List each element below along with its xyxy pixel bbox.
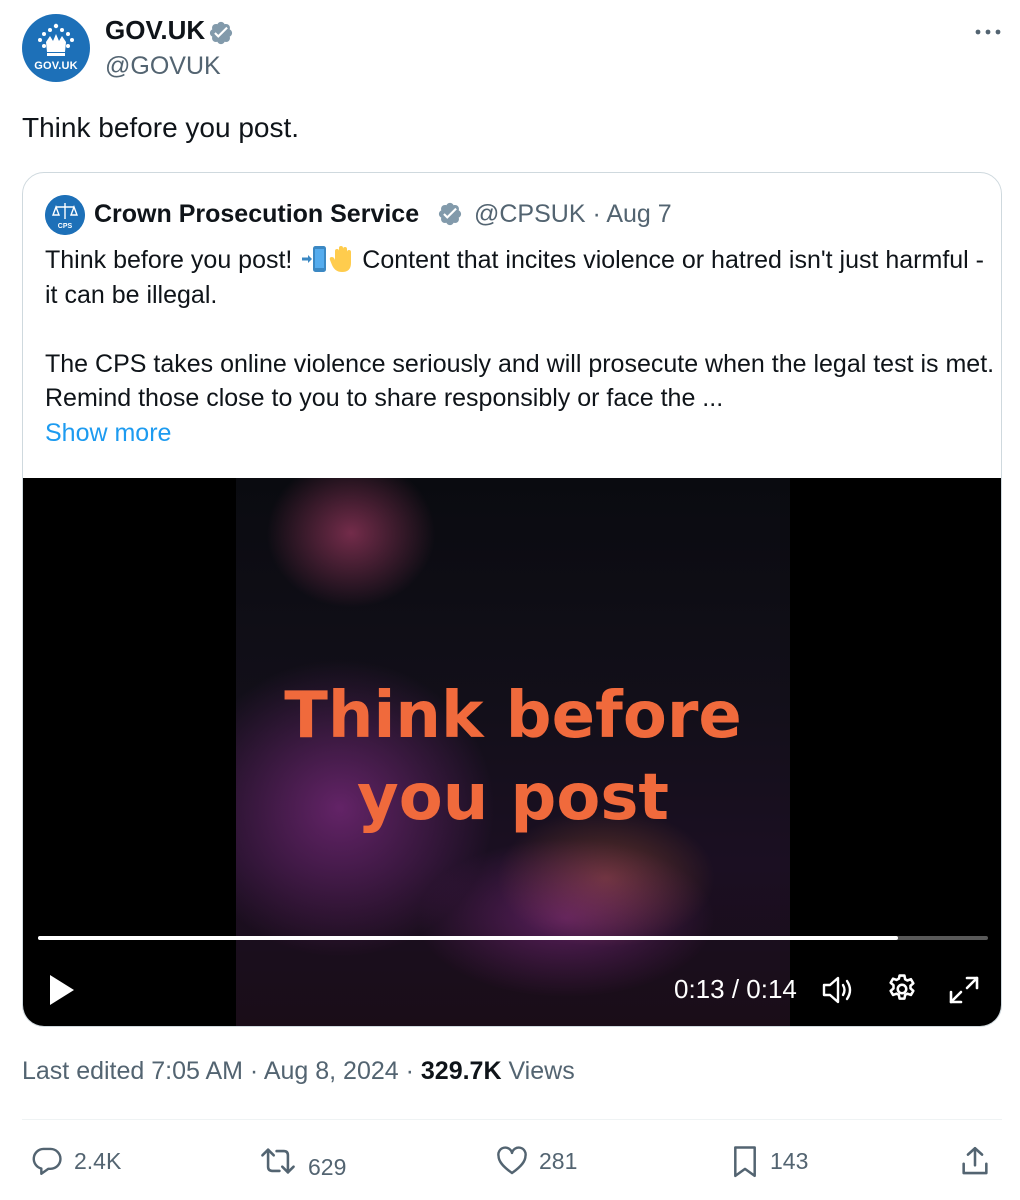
quoted-display-name[interactable]: Crown Prosecution Service	[94, 200, 419, 229]
views-count: 329.7K	[420, 1057, 502, 1085]
tweet-text: Think before you post.	[22, 112, 300, 143]
volume-icon[interactable]	[821, 974, 857, 1006]
tweet-meta: Last edited 7:05 AM · Aug 8, 2024 · 329.…	[22, 1057, 575, 1086]
handle[interactable]: @GOVUK	[105, 52, 221, 81]
bookmark-icon	[734, 1146, 756, 1178]
video-title-line-2: you post	[357, 761, 669, 835]
video-player[interactable]: Think before you post 0:13 / 0:14	[23, 478, 1001, 1026]
play-icon[interactable]	[47, 972, 77, 1008]
video-title-line-1: Think before	[284, 679, 742, 753]
edited-timestamp[interactable]: Last edited 7:05 AM · Aug 8, 2024 ·	[22, 1057, 421, 1085]
share-icon	[962, 1146, 988, 1175]
gear-icon[interactable]	[885, 972, 919, 1006]
divider	[22, 1119, 1002, 1120]
mobile-arrow-emoji	[302, 246, 327, 272]
repost-count: 629	[308, 1154, 347, 1180]
video-time: 0:13 / 0:14	[674, 974, 797, 1004]
quoted-text: Think before you post! Content that inci…	[45, 243, 995, 450]
more-icon[interactable]	[970, 14, 1006, 50]
video-progress-fill	[38, 936, 898, 940]
raised-hand-emoji	[330, 246, 352, 272]
quoted-paragraph-2: The CPS takes online violence seriously …	[45, 347, 995, 416]
video-blur-shape	[266, 478, 436, 608]
show-more-link[interactable]: Show more	[45, 419, 171, 447]
quoted-avatar[interactable]: CPS	[45, 195, 85, 235]
repost-icon	[261, 1148, 295, 1174]
quoted-paragraph-1: Think before you post! Content that inci…	[45, 243, 995, 312]
quoted-tweet[interactable]: CPS Crown Prosecution Service @CPSUK · A…	[22, 172, 1002, 1027]
tweet: GOV.UK GOV.UK @GOVUK Think before you po…	[0, 0, 1020, 1200]
video-blur-shape	[416, 838, 716, 998]
reply-count: 2.4K	[74, 1148, 122, 1174]
avatar[interactable]: GOV.UK	[22, 14, 90, 82]
like-count: 281	[539, 1148, 578, 1174]
display-name[interactable]: GOV.UK	[105, 15, 205, 46]
quoted-avatar-label: CPS	[58, 223, 73, 230]
verified-badge-icon[interactable]	[208, 20, 234, 46]
views-label: Views	[501, 1057, 575, 1085]
quoted-handle-date[interactable]: @CPSUK · Aug 7	[474, 200, 672, 229]
verified-badge-icon	[438, 202, 462, 226]
quoted-text-part-3: The CPS takes online violence seriously …	[45, 349, 995, 413]
reply-icon	[32, 1147, 62, 1175]
video-progress-bar[interactable]	[38, 936, 988, 940]
avatar-label: GOV.UK	[34, 60, 78, 72]
fullscreen-icon[interactable]	[947, 974, 981, 1006]
quoted-text-part-1: Think before you post!	[45, 246, 300, 274]
video-frame: Think before you post	[236, 478, 790, 1026]
bookmark-count: 143	[770, 1148, 809, 1174]
like-icon	[497, 1146, 527, 1175]
